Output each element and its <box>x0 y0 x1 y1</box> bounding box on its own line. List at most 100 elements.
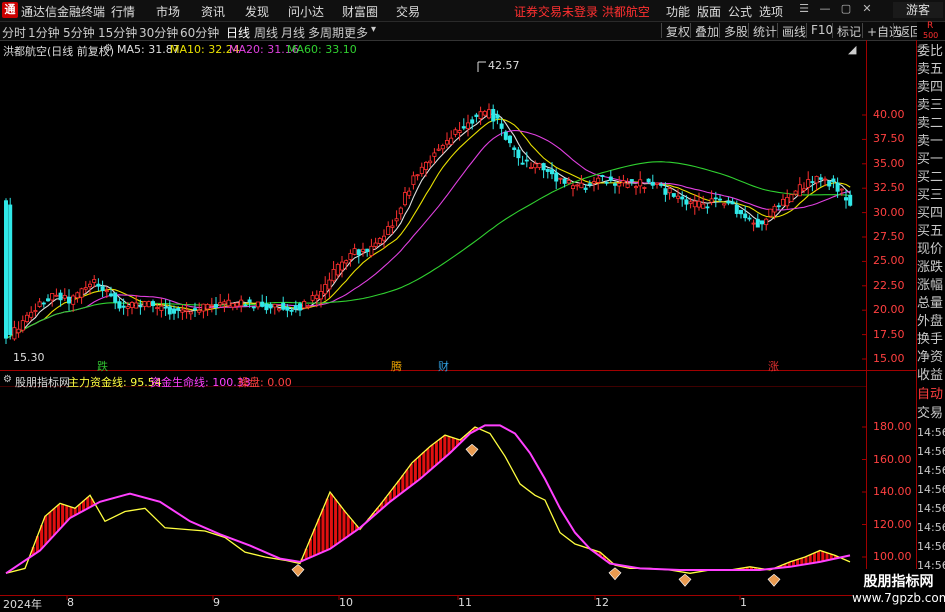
maximize-icon[interactable]: ▢ <box>839 2 853 16</box>
indicator-settings-icon[interactable]: ⚙ <box>3 374 12 385</box>
trade-time-row[interactable]: 14:56 <box>917 444 945 460</box>
sidebar-item[interactable]: 买一 <box>917 152 945 168</box>
toolbar-multi-stock-button[interactable]: 多股 <box>719 23 748 39</box>
period-more[interactable]: 更多 <box>344 24 368 41</box>
toolbar-stats-button[interactable]: 统计 <box>748 23 777 39</box>
menu-market-quotes[interactable]: 行情 <box>111 3 135 20</box>
toolbar-mark-button[interactable]: 标记 <box>832 23 861 39</box>
trade-time-row[interactable]: 14:56 <box>917 482 945 498</box>
period-multi[interactable]: 多周期 <box>308 24 344 41</box>
sidebar-item[interactable]: 委比 <box>917 44 945 60</box>
sidebar-item[interactable]: 净资 <box>917 350 945 366</box>
trade-login-notice[interactable]: 证券交易未登录 洪都航空 <box>514 3 650 20</box>
sidebar-item[interactable]: 卖一 <box>917 134 945 150</box>
toolbar-f10-button[interactable]: F10 <box>806 23 833 38</box>
menu-trade[interactable]: 交易 <box>396 3 420 20</box>
watermark: 股朋指标网 www.7gpzb.com <box>852 569 945 609</box>
event-marker-finance[interactable]: 财 <box>438 358 449 374</box>
candle-body <box>134 302 139 309</box>
sidebar-item[interactable]: 外盘 <box>917 314 945 330</box>
event-marker-drop[interactable]: 跌 <box>97 358 108 374</box>
candle-body <box>297 303 302 311</box>
sidebar-item[interactable]: 涨跌 <box>917 260 945 276</box>
menu-options[interactable]: 选项 <box>759 3 783 20</box>
event-marker-tech[interactable]: 腾 <box>391 358 402 374</box>
window-menu-icon[interactable]: ☰ <box>797 2 811 16</box>
menu-wealth-circle[interactable]: 财富圈 <box>342 3 378 20</box>
menu-formula[interactable]: 公式 <box>728 3 752 20</box>
sidebar-item[interactable]: 卖二 <box>917 116 945 132</box>
sidebar-trade-item[interactable]: 交易 <box>917 406 945 422</box>
candle-body <box>638 179 643 187</box>
sidebar-item[interactable]: 卖三 <box>917 98 945 114</box>
toolbar-draw-button[interactable]: 画线 <box>777 23 806 39</box>
close-icon[interactable]: ✕ <box>860 2 874 16</box>
candle-body <box>755 218 760 228</box>
trade-time-row[interactable]: 14:56 <box>917 539 945 555</box>
trade-time-row[interactable]: 14:56 <box>917 463 945 479</box>
indicator-name[interactable]: 股朋指标网 <box>15 374 70 390</box>
candle-body <box>461 126 466 129</box>
period-1min[interactable]: 1分钟 <box>28 24 60 41</box>
candle-body <box>818 177 823 180</box>
sidebar-trade-item[interactable]: 自动 <box>917 387 945 403</box>
event-marker-rise[interactable]: 涨 <box>768 358 779 374</box>
candle-body <box>634 186 639 189</box>
period-60min[interactable]: 60分钟 <box>180 24 219 41</box>
sidebar-item[interactable]: 买二 <box>917 170 945 186</box>
sidebar-item[interactable]: 现价 <box>917 242 945 258</box>
candle-body <box>50 293 55 301</box>
settings-gear-icon[interactable]: ⚙ <box>104 43 113 54</box>
stock-title[interactable]: 洪都航空(日线 前复权) <box>3 43 114 59</box>
candle-body <box>260 301 265 307</box>
trade-time-row[interactable]: 14:56 <box>917 520 945 536</box>
period-monthly[interactable]: 月线 <box>281 24 305 41</box>
period-daily[interactable]: 日线 <box>226 24 250 41</box>
menu-market[interactable]: 市场 <box>156 3 180 20</box>
menu-ask-assistant[interactable]: 问小达 <box>288 3 324 20</box>
menu-news[interactable]: 资讯 <box>201 3 225 20</box>
toolbar-overlay-button[interactable]: 叠加 <box>690 23 719 39</box>
sidebar-item[interactable]: 收益 <box>917 368 945 384</box>
candle-body <box>827 181 832 187</box>
price-axis-tick: 32.50 <box>873 181 905 195</box>
candle-body <box>234 302 239 307</box>
price-axis-tick: 22.50 <box>873 278 905 292</box>
fund-signal-bar <box>413 459 417 483</box>
candle-body <box>768 208 773 217</box>
period-30min[interactable]: 30分钟 <box>139 24 178 41</box>
candle-body <box>331 269 336 282</box>
sidebar-item[interactable]: 换手 <box>917 332 945 348</box>
date-label-aug: 8 <box>67 596 74 609</box>
period-intraday[interactable]: 分时 <box>2 24 26 41</box>
trade-time-row[interactable]: 14:56 <box>917 425 945 441</box>
trade-time-row[interactable]: 14:56 <box>917 501 945 517</box>
period-5min[interactable]: 5分钟 <box>63 24 95 41</box>
candle-body <box>688 201 693 204</box>
period-weekly[interactable]: 周线 <box>254 24 278 41</box>
sidebar-item[interactable]: 卖五 <box>917 62 945 78</box>
candle-body <box>692 200 697 208</box>
sidebar-item[interactable]: 买四 <box>917 206 945 222</box>
sidebar-item[interactable]: 买五 <box>917 224 945 240</box>
kline-chart[interactable] <box>0 40 945 609</box>
chevron-down-icon[interactable]: ▾ <box>371 24 376 35</box>
menu-layout[interactable]: 版面 <box>697 3 721 20</box>
minimize-icon[interactable]: — <box>818 2 832 16</box>
candle-body <box>789 194 794 203</box>
menu-functions[interactable]: 功能 <box>666 3 690 20</box>
sidebar-item[interactable]: 涨幅 <box>917 278 945 294</box>
candle-body <box>184 309 189 312</box>
menu-discover[interactable]: 发现 <box>245 3 269 20</box>
period-15min[interactable]: 15分钟 <box>98 24 137 41</box>
candle-body <box>600 175 605 177</box>
candle-body <box>8 204 13 336</box>
sidebar-item[interactable]: 卖四 <box>917 80 945 96</box>
panel-expand-icon[interactable]: ◢ <box>848 43 856 56</box>
indicator-axis-tick: 100.00 <box>873 550 912 563</box>
guest-login-button[interactable]: 游客 <box>893 2 943 18</box>
sidebar-item[interactable]: 总量 <box>917 296 945 312</box>
sidebar-item[interactable]: 买三 <box>917 188 945 204</box>
toolbar-adjust-button[interactable]: 复权 <box>661 23 690 39</box>
main-fund-line-label: 主力资金线: 95.54 <box>68 376 162 389</box>
